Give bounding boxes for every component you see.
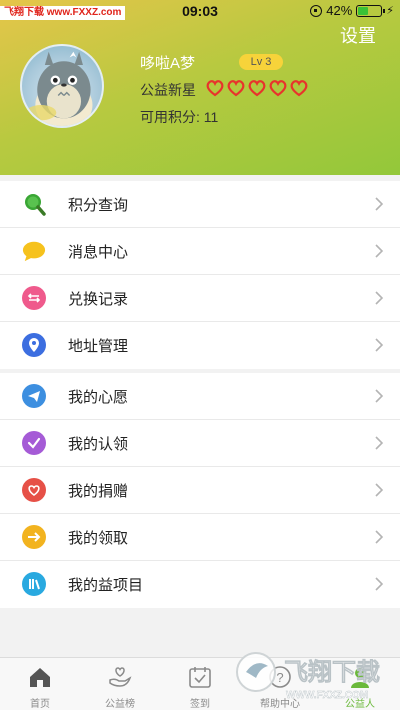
level-badge: Lv 3 [239, 54, 283, 70]
chevron-right-icon [375, 197, 384, 211]
menu-row[interactable]: 我的捐赠 [0, 467, 400, 514]
available-points: 可用积分: 11 [140, 109, 219, 125]
chevron-right-icon [375, 338, 384, 352]
heart-icon [22, 478, 46, 502]
books-icon [22, 572, 46, 596]
chat-bubble-icon [22, 239, 46, 263]
chevron-right-icon [375, 244, 384, 258]
battery-percent: 42% [326, 3, 353, 18]
menu-row-label: 我的心愿 [68, 389, 129, 406]
menu-row-label: 积分查询 [68, 197, 129, 214]
chevron-right-icon [375, 436, 384, 450]
menu-row-label: 我的领取 [68, 530, 129, 547]
chevron-right-icon [375, 389, 384, 403]
settings-button[interactable]: 设置 [340, 22, 376, 48]
bottom-watermark: 飞翔下载 WWW.FXXZ.COM [236, 652, 380, 701]
checkmark-icon [22, 431, 46, 455]
watermark-url-large: WWW.FXXZ.COM [286, 690, 368, 701]
exchange-icon [22, 286, 46, 310]
chevron-right-icon [375, 530, 384, 544]
tab-hand-heart[interactable]: 公益榜 [80, 658, 160, 710]
menu-row[interactable]: 我的心愿 [0, 373, 400, 420]
totoro-avatar-image [25, 51, 93, 126]
menu-row-label: 我的捐赠 [68, 483, 129, 500]
menu-group-account: 积分查询消息中心兑换记录地址管理 [0, 181, 400, 369]
tab-label: 签到 [190, 699, 210, 710]
menu-row-label: 兑换记录 [68, 291, 129, 308]
tab-calendar-check[interactable]: 签到 [160, 658, 240, 710]
magnifier-icon [22, 192, 46, 216]
heart-icon [248, 80, 266, 97]
hearts-rating [205, 78, 309, 97]
location-pin-icon [22, 333, 46, 357]
profile-header: 飞翔下载 www.FXXZ.com 09:03 42% ⚡ 设置 哆啦A梦 Lv… [0, 0, 400, 175]
watermark-brand-large: 飞翔下载 [284, 658, 380, 686]
heart-icon [227, 80, 245, 97]
hand-heart-icon [107, 664, 133, 690]
chevron-right-icon [375, 483, 384, 497]
battery-icon [356, 4, 386, 17]
menu-row[interactable]: 消息中心 [0, 228, 400, 275]
tab-label: 首页 [30, 699, 50, 710]
menu-row[interactable]: 我的领取 [0, 514, 400, 561]
menu-row[interactable]: 兑换记录 [0, 275, 400, 322]
heart-icon [269, 80, 287, 97]
status-indicators: 42% ⚡ [310, 3, 394, 18]
calendar-check-icon [187, 664, 213, 690]
menu-row[interactable]: 地址管理 [0, 322, 400, 369]
menu-row-label: 地址管理 [68, 338, 129, 355]
heart-icon [206, 80, 224, 97]
menu-row[interactable]: 我的益项目 [0, 561, 400, 608]
paper-plane-icon [22, 384, 46, 408]
tab-home[interactable]: 首页 [0, 658, 80, 710]
tab-label: 公益榜 [105, 699, 135, 710]
menu-row[interactable]: 我的认领 [0, 420, 400, 467]
menu-row-label: 我的益项目 [68, 577, 144, 594]
avatar[interactable] [20, 44, 104, 128]
menu-row-label: 我的认领 [68, 436, 129, 453]
charging-bolt-icon: ⚡ [386, 5, 394, 17]
rotation-lock-icon [310, 4, 323, 17]
arrow-right-icon [22, 525, 46, 549]
chevron-right-icon [375, 577, 384, 591]
menu-row[interactable]: 积分查询 [0, 181, 400, 228]
star-title: 公益新星 [140, 82, 196, 98]
menu-row-label: 消息中心 [68, 244, 129, 261]
menu-group-activity: 我的心愿我的认领我的捐赠我的领取我的益项目 [0, 373, 400, 608]
username: 哆啦A梦 [140, 55, 196, 72]
status-bar: 飞翔下载 www.FXXZ.com 09:03 42% ⚡ [0, 0, 400, 22]
chevron-right-icon [375, 291, 384, 305]
home-icon [27, 664, 53, 690]
heart-icon [290, 80, 308, 97]
